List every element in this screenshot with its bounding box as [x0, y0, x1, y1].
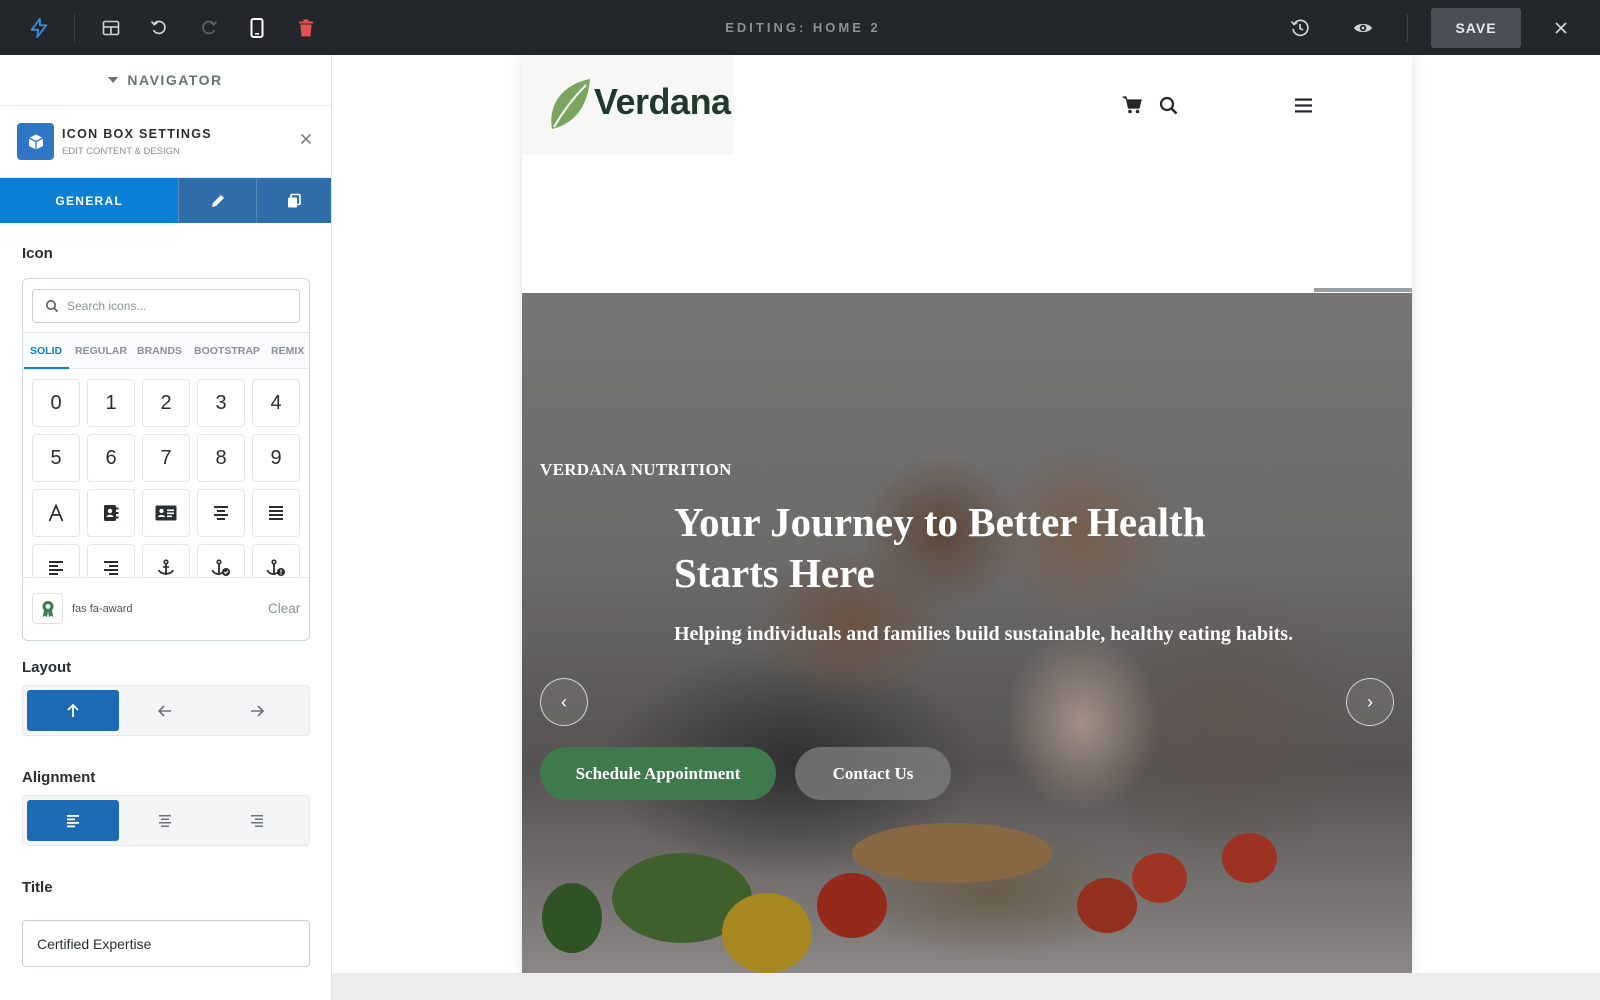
preview-icon[interactable]: [1349, 14, 1377, 42]
icon-option-9[interactable]: 9: [252, 434, 300, 482]
library-tab-solid[interactable]: SOLID: [30, 345, 62, 357]
navigator-toggle[interactable]: NAVIGATOR: [0, 55, 331, 106]
arrow-left-icon: [158, 704, 171, 717]
site-logo[interactable]: Verdana: [522, 55, 734, 155]
hero-title: Your Journey to Better Health Starts Her…: [674, 499, 1206, 596]
builder-canvas: Verdana VERDANA NUTRITION Your Journey t…: [332, 55, 1600, 973]
close-icon[interactable]: [1547, 14, 1575, 42]
settings-sidebar: NAVIGATOR ICON BOX SETTINGS EDIT CONTENT…: [0, 55, 332, 1000]
layout-selector: [22, 685, 310, 736]
icon-option-2[interactable]: 2: [142, 379, 190, 427]
icon-option-8[interactable]: 8: [197, 434, 245, 482]
library-tab-bootstrap[interactable]: BOOTSTRAP: [194, 345, 260, 357]
icon-picker: SOLID REGULAR BRANDS BOOTSTRAP REMIX 0 1…: [22, 278, 310, 641]
icon-option-7[interactable]: 7: [142, 434, 190, 482]
hero-kicker: VERDANA NUTRITION: [540, 460, 732, 479]
tab-general[interactable]: GENERAL: [0, 178, 179, 223]
align-center-button[interactable]: [119, 800, 211, 841]
library-tab-brands[interactable]: BRANDS: [137, 345, 182, 357]
title-field[interactable]: [22, 920, 310, 967]
anchor-circle-exclamation-icon[interactable]: [252, 544, 300, 577]
icon-grid: 0 1 2 3 4 5 6 7 8 9: [32, 379, 302, 577]
icon-library-tabs: SOLID REGULAR BRANDS BOOTSTRAP REMIX: [23, 332, 309, 369]
canvas-footer-strip: [332, 973, 1600, 1000]
icon-search: [32, 289, 300, 323]
address-book-icon[interactable]: [87, 489, 135, 537]
layout-top-button[interactable]: [27, 690, 119, 731]
logo-text: Verdana: [594, 81, 731, 122]
slider-prev-button[interactable]: ‹: [540, 678, 588, 726]
page-preview: Verdana VERDANA NUTRITION Your Journey t…: [522, 55, 1412, 973]
align-left-icon: [67, 814, 79, 827]
align-left-button[interactable]: [27, 800, 119, 841]
close-settings-icon[interactable]: [300, 132, 316, 148]
layout-label: Layout: [22, 659, 72, 676]
anchor-icon[interactable]: [142, 544, 190, 577]
arrow-right-icon: [251, 704, 264, 717]
icon-option-5[interactable]: 5: [32, 434, 80, 482]
hero-subtitle: Helping individuals and families build s…: [674, 623, 1294, 645]
leaf-icon: [551, 79, 590, 129]
icon-section-label: Icon: [22, 245, 53, 262]
align-center-icon[interactable]: [197, 489, 245, 537]
icon-option-1[interactable]: 1: [87, 379, 135, 427]
toolbar-divider: [1407, 14, 1408, 42]
save-button[interactable]: SAVE: [1431, 8, 1521, 48]
align-left-icon[interactable]: [32, 544, 80, 577]
selected-icon-row: fas fa-award Clear: [23, 577, 309, 640]
search-icon[interactable]: [1159, 96, 1178, 120]
settings-tabs: GENERAL: [0, 178, 331, 223]
active-tab-indicator: [24, 367, 69, 369]
navigator-label: NAVIGATOR: [127, 72, 223, 88]
font-a-icon[interactable]: [32, 489, 80, 537]
slider-next-button[interactable]: ›: [1346, 678, 1394, 726]
icon-search-input[interactable]: [67, 290, 295, 322]
tab-advanced[interactable]: [256, 178, 331, 223]
scroll-indicator: [1314, 288, 1412, 292]
library-tab-regular[interactable]: REGULAR: [75, 345, 127, 357]
settings-title: ICON BOX SETTINGS: [62, 127, 212, 141]
align-center-icon: [159, 814, 171, 827]
icon-option-3[interactable]: 3: [197, 379, 245, 427]
editor-topbar: EDITING: HOME 2 SAVE: [0, 0, 1600, 55]
align-justify-icon[interactable]: [252, 489, 300, 537]
hero-slider: VERDANA NUTRITION Your Journey to Better…: [522, 293, 1412, 973]
site-header: Verdana: [522, 55, 1412, 155]
align-right-button[interactable]: [211, 800, 303, 841]
anchor-circle-check-icon[interactable]: [197, 544, 245, 577]
alignment-selector: [22, 795, 310, 846]
cart-icon[interactable]: [1122, 96, 1142, 119]
search-icon: [46, 300, 59, 313]
clear-icon-button[interactable]: Clear: [268, 601, 300, 616]
schedule-appointment-button[interactable]: Schedule Appointment: [540, 747, 776, 800]
arrow-up-icon: [67, 703, 79, 717]
history-icon[interactable]: [1286, 14, 1314, 42]
library-tab-remix[interactable]: REMIX: [271, 345, 304, 357]
selected-icon-name: fas fa-award: [72, 603, 133, 615]
award-icon: [32, 593, 63, 624]
settings-subtitle: EDIT CONTENT & DESIGN: [62, 146, 180, 157]
icon-option-4[interactable]: 4: [252, 379, 300, 427]
element-settings-header: ICON BOX SETTINGS EDIT CONTENT & DESIGN: [0, 106, 331, 178]
align-right-icon: [251, 814, 263, 827]
alignment-label: Alignment: [22, 769, 96, 786]
icon-option-0[interactable]: 0: [32, 379, 80, 427]
menu-icon[interactable]: [1295, 98, 1312, 118]
layout-right-button[interactable]: [211, 690, 303, 731]
address-card-icon[interactable]: [142, 489, 190, 537]
title-label: Title: [22, 879, 53, 896]
caret-down-icon: [108, 77, 119, 83]
copy-icon: [288, 193, 301, 207]
layout-left-button[interactable]: [119, 690, 211, 731]
tab-style[interactable]: [178, 178, 257, 223]
pencil-icon: [211, 194, 224, 207]
icon-option-6[interactable]: 6: [87, 434, 135, 482]
align-right-icon[interactable]: [87, 544, 135, 577]
cube-icon: [17, 123, 54, 160]
contact-us-button[interactable]: Contact Us: [795, 747, 951, 800]
